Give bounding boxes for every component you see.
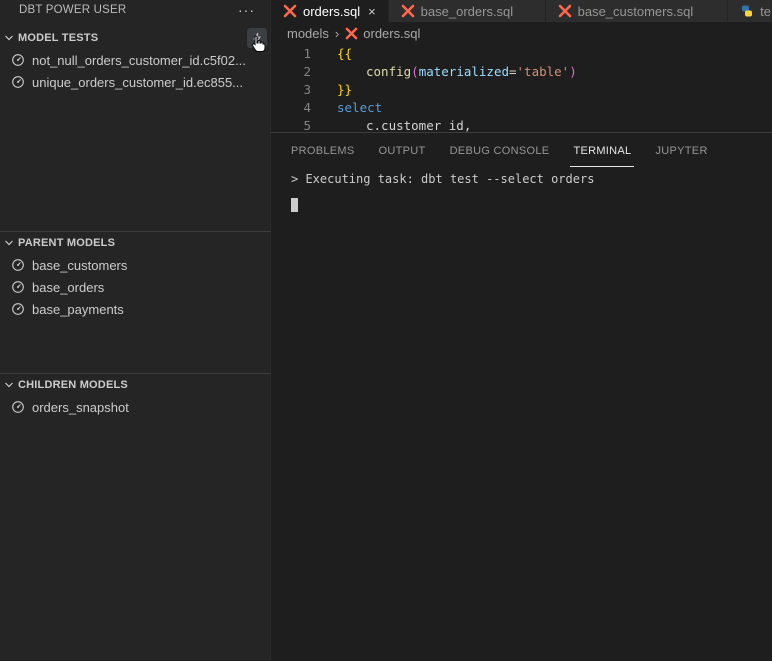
code-token: materialized xyxy=(418,63,509,79)
code-line: 3 }} xyxy=(271,80,772,98)
model-icon xyxy=(11,258,25,272)
list-item-test[interactable]: not_null_orders_customer_id.c5f02... xyxy=(0,49,270,71)
list-item-model[interactable]: base_payments xyxy=(0,298,270,320)
bottom-panel: PROBLEMS OUTPUT DEBUG CONSOLE TERMINAL J… xyxy=(271,132,772,661)
line-number: 2 xyxy=(303,63,311,79)
chevron-down-icon xyxy=(0,33,18,43)
dbt-icon xyxy=(558,4,572,18)
tab-problems[interactable]: PROBLEMS xyxy=(291,133,355,169)
sidebar-title: DBT POWER USER ··· xyxy=(0,0,270,20)
section-header-parent-models[interactable]: PARENT MODELS xyxy=(0,232,270,254)
code-editor[interactable]: 1 {{ 2 config ( materialized = 'table' )… xyxy=(271,44,772,133)
more-actions-button[interactable]: ··· xyxy=(238,2,255,18)
section-title: PARENT MODELS xyxy=(18,237,116,249)
tab-terminal[interactable]: TERMINAL xyxy=(570,133,635,169)
python-icon xyxy=(740,4,754,18)
tab-label: orders.sql xyxy=(303,3,361,19)
section-header-children-models[interactable]: CHILDREN MODELS xyxy=(0,374,270,396)
tab-debug-console[interactable]: DEBUG CONSOLE xyxy=(450,133,550,169)
code-line: 2 config ( materialized = 'table' ) xyxy=(271,62,772,80)
hand-pointer-icon xyxy=(251,35,266,52)
code-token: ( xyxy=(411,63,419,79)
model-icon xyxy=(11,400,25,414)
line-number: 3 xyxy=(303,81,311,97)
code-line: 4 select xyxy=(271,98,772,116)
model-icon xyxy=(11,302,25,316)
item-label: not_null_orders_customer_id.c5f02... xyxy=(32,52,246,68)
list-item-model[interactable]: orders_snapshot xyxy=(0,396,270,418)
section-header-model-tests[interactable]: MODEL TESTS xyxy=(0,27,270,49)
code-token: = xyxy=(509,63,517,79)
line-number: 1 xyxy=(303,45,311,61)
breadcrumb: models › orders.sql xyxy=(271,22,772,44)
code-token: {{ xyxy=(337,45,353,61)
section-title: MODEL TESTS xyxy=(18,32,99,44)
sidebar: DBT POWER USER ··· MODEL TESTS not_null_… xyxy=(0,0,271,660)
list-item-model[interactable]: base_customers xyxy=(0,254,270,276)
list-item-test[interactable]: unique_orders_customer_id.ec855... xyxy=(0,71,270,93)
breadcrumb-file[interactable]: orders.sql xyxy=(363,26,420,41)
close-tab-button[interactable]: × xyxy=(368,4,376,19)
test-icon xyxy=(11,75,25,89)
item-label: base_orders xyxy=(32,279,105,295)
code-token: ) xyxy=(569,63,577,79)
panel-tabs: PROBLEMS OUTPUT DEBUG CONSOLE TERMINAL J… xyxy=(271,133,772,169)
tab-python-file[interactable]: te xyxy=(728,0,772,22)
dbt-icon xyxy=(401,4,415,18)
test-icon xyxy=(11,53,25,67)
item-label: base_customers xyxy=(32,257,128,273)
tab-label: base_customers.sql xyxy=(577,3,694,19)
chevron-down-icon xyxy=(0,380,18,390)
line-number: 5 xyxy=(303,117,311,133)
tab-jupyter[interactable]: JUPYTER xyxy=(655,133,707,169)
breadcrumb-folder[interactable]: models xyxy=(287,26,329,41)
model-icon xyxy=(11,280,25,294)
code-token: config xyxy=(366,63,412,79)
code-line: 1 {{ xyxy=(271,44,772,62)
list-item-model[interactable]: base_orders xyxy=(0,276,270,298)
item-label: unique_orders_customer_id.ec855... xyxy=(32,74,244,90)
chevron-down-icon xyxy=(0,238,18,248)
sidebar-title-text: DBT POWER USER xyxy=(19,4,127,16)
item-label: orders_snapshot xyxy=(32,399,129,415)
section-title: CHILDREN MODELS xyxy=(18,379,128,391)
breadcrumb-separator: › xyxy=(334,25,340,41)
tab-label: base_orders.sql xyxy=(420,3,514,19)
editor-tab-bar: orders.sql × base_orders.sql base_custom… xyxy=(271,0,772,22)
code-token: 'table' xyxy=(516,63,570,79)
line-number: 4 xyxy=(303,99,311,115)
section-parent-models: PARENT MODELS base_customers base_orders… xyxy=(0,232,270,320)
tab-base-customers-sql[interactable]: base_customers.sql xyxy=(545,0,729,22)
section-children-models: CHILDREN MODELS orders_snapshot xyxy=(0,374,270,418)
section-model-tests: MODEL TESTS not_null_orders_customer_id.… xyxy=(0,27,270,93)
item-label: base_payments xyxy=(32,301,124,317)
code-token: c.customer_id, xyxy=(366,117,472,133)
dbt-icon xyxy=(283,4,297,18)
tab-output[interactable]: OUTPUT xyxy=(379,133,426,169)
code-line: 5 c.customer_id, xyxy=(271,116,772,133)
editor: orders.sql × base_orders.sql base_custom… xyxy=(271,0,772,132)
tab-base-orders-sql[interactable]: base_orders.sql xyxy=(388,0,546,22)
terminal-output-line: > Executing task: dbt test --select orde… xyxy=(291,172,595,186)
tab-label: te xyxy=(760,3,771,19)
dbt-icon xyxy=(345,27,358,40)
terminal[interactable]: > Executing task: dbt test --select orde… xyxy=(271,170,772,212)
tab-orders-sql[interactable]: orders.sql × xyxy=(271,0,389,22)
code-token: select xyxy=(337,99,383,115)
terminal-cursor xyxy=(291,198,298,212)
code-token: }} xyxy=(337,81,353,97)
